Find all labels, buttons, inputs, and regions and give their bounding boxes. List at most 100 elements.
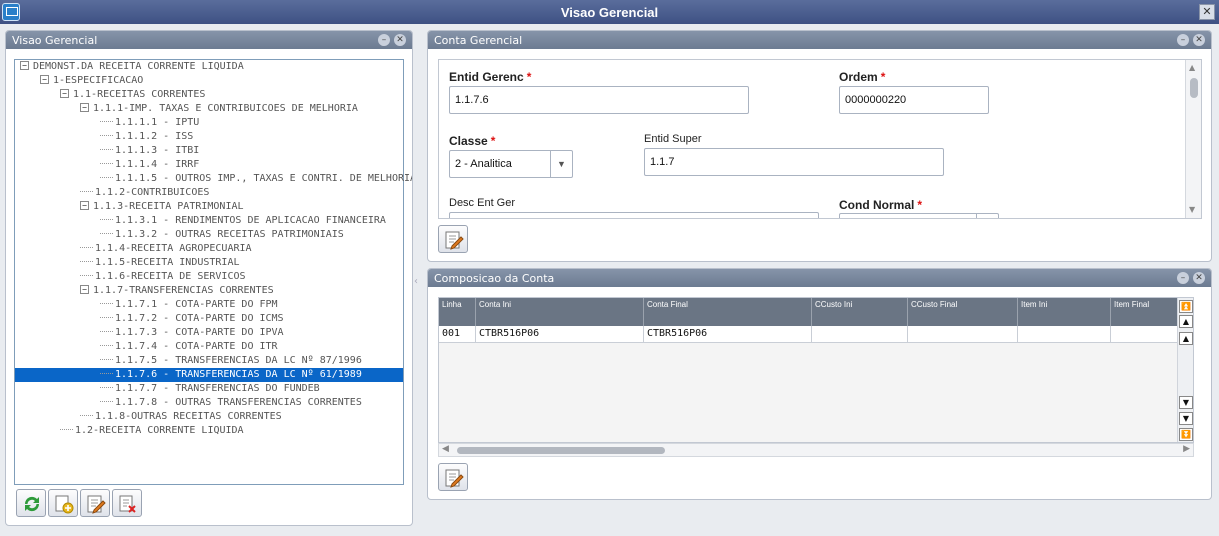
table-cell[interactable] xyxy=(908,326,1018,343)
table-cell[interactable]: CTBR516P06 xyxy=(644,326,812,343)
table-cell[interactable] xyxy=(1111,326,1187,343)
tree-node[interactable]: 1.1.7.1 - COTA-PARTE DO FPM xyxy=(100,298,278,312)
tree-node[interactable]: 1.1.7.6 - TRANSFERENCIAS DA LC Nº 61/198… xyxy=(15,368,403,382)
tree-node[interactable]: − DEMONST.DA RECEITA CORRENTE LIQUIDA xyxy=(20,60,244,74)
refresh-button[interactable] xyxy=(16,489,46,517)
grid-horizontal-scrollbar[interactable]: ◀ ▶ xyxy=(438,443,1194,457)
close-icon[interactable]: ✕ xyxy=(1193,272,1205,284)
desc-ent-ger-field[interactable] xyxy=(449,212,819,218)
collapse-icon[interactable]: − xyxy=(60,89,69,98)
minimize-icon[interactable]: – xyxy=(378,34,390,46)
tree-node[interactable]: −1.1-RECEITAS CORRENTES xyxy=(60,88,205,102)
column-header[interactable]: Conta Ini xyxy=(476,298,644,326)
scroll-thumb[interactable] xyxy=(1190,78,1198,98)
close-icon[interactable]: ✕ xyxy=(1193,34,1205,46)
tree-node[interactable]: 1.1.7.2 - COTA-PARTE DO ICMS xyxy=(100,312,284,326)
panel-title: Visao Gerencial xyxy=(12,34,98,47)
entid-gerenc-field[interactable]: 1.1.7.6 xyxy=(449,86,749,114)
classe-select[interactable]: 2 - Analitica ▼ xyxy=(449,150,573,178)
chevron-down-icon[interactable] xyxy=(976,214,998,218)
account-tree[interactable]: − DEMONST.DA RECEITA CORRENTE LIQUIDA −1-E… xyxy=(14,59,412,485)
tree-node[interactable]: −1.1.7-TRANSFERENCIAS CORRENTES xyxy=(80,284,274,298)
tree-node[interactable]: 1.1.1.2 - ISS xyxy=(100,130,193,144)
tree-node[interactable]: 1.1.7.8 - OUTRAS TRANSFERENCIAS CORRENTE… xyxy=(100,396,362,410)
tree-node[interactable]: 1.1.6-RECEITA DE SERVICOS xyxy=(80,270,246,284)
delete-button[interactable] xyxy=(112,489,142,517)
scroll-thumb[interactable] xyxy=(457,447,665,454)
delete-icon xyxy=(119,495,136,513)
tree-node[interactable]: 1.1.7.5 - TRANSFERENCIAS DA LC Nº 87/199… xyxy=(100,354,362,368)
splitter-collapse-icon[interactable]: ‹ xyxy=(414,276,418,287)
tree-node[interactable]: 1.1.3.2 - OUTRAS RECEITAS PATRIMONIAIS xyxy=(100,228,344,242)
edit-button[interactable] xyxy=(438,225,468,253)
collapse-icon[interactable]: − xyxy=(80,285,89,294)
tree-node-label: 1.1.1.3 - ITBI xyxy=(115,145,200,156)
column-header[interactable]: Item Ini xyxy=(1018,298,1111,326)
chevron-down-icon[interactable]: ▼ xyxy=(550,151,572,177)
add-button[interactable] xyxy=(48,489,78,517)
tree-connector xyxy=(80,191,93,192)
collapse-icon[interactable]: − xyxy=(80,103,89,112)
column-header[interactable]: CCusto Ini xyxy=(812,298,908,326)
tree-node-label: 1.1.4-RECEITA AGROPECUARIA xyxy=(95,243,252,254)
scroll-page-up-icon[interactable]: ▲ xyxy=(1179,315,1193,328)
tree-node[interactable]: 1.1.4-RECEITA AGROPECUARIA xyxy=(80,242,252,256)
entid-super-field[interactable]: 1.1.7 xyxy=(644,148,944,176)
minimize-icon[interactable]: – xyxy=(1177,272,1189,284)
edit-button[interactable] xyxy=(80,489,110,517)
tree-connector xyxy=(100,149,113,150)
scroll-up-icon[interactable]: ▲ xyxy=(1179,332,1193,345)
scroll-down-icon[interactable]: ▼ xyxy=(1189,205,1195,214)
tree-connector xyxy=(80,261,93,262)
collapse-icon[interactable]: − xyxy=(40,75,49,84)
table-cell[interactable] xyxy=(812,326,908,343)
scroll-down-icon[interactable]: ▼ xyxy=(1179,396,1193,409)
tree-node[interactable]: −1-ESPECIFICACAO xyxy=(40,74,143,88)
cond-normal-select[interactable] xyxy=(839,213,999,218)
tree-node[interactable]: 1.1.5-RECEITA INDUSTRIAL xyxy=(80,256,240,270)
tree-node[interactable]: 1.1.1.3 - ITBI xyxy=(100,144,199,158)
scroll-page-down-icon[interactable]: ▼ xyxy=(1179,412,1193,425)
scroll-last-icon[interactable]: ⏬ xyxy=(1179,428,1193,441)
table-cell[interactable]: CTBR516P06 xyxy=(476,326,644,343)
ordem-label: Ordem * xyxy=(839,70,886,84)
tree-node[interactable]: 1.1.1.4 - IRRF xyxy=(100,158,199,172)
tree-node[interactable]: 1.1.2-CONTRIBUICOES xyxy=(80,186,209,200)
tree-node-label: 1.1.7.3 - COTA-PARTE DO IPVA xyxy=(115,327,284,338)
scroll-up-icon[interactable]: ▲ xyxy=(1189,63,1195,72)
composicao-conta-panel: Composicao da Conta – ✕ Linha Conta Ini … xyxy=(427,268,1212,500)
column-header[interactable]: Linha xyxy=(439,298,476,326)
scroll-left-icon[interactable]: ◀ xyxy=(442,444,449,454)
composicao-grid[interactable]: Linha Conta Ini Conta Final CCusto Ini C… xyxy=(438,297,1194,443)
form-scrollbar[interactable]: ▲ ▼ xyxy=(1185,60,1201,218)
table-cell[interactable] xyxy=(1018,326,1111,343)
tree-node[interactable]: 1.1.1.1 - IPTU xyxy=(100,116,199,130)
desc-ent-ger-label: Desc Ent Ger xyxy=(449,197,516,209)
column-header[interactable]: CCusto Final xyxy=(908,298,1018,326)
tree-node[interactable]: 1.1.7.4 - COTA-PARTE DO ITR xyxy=(100,340,278,354)
entid-gerenc-label: Entid Gerenc * xyxy=(449,70,532,84)
tree-node-label: 1.1.7.2 - COTA-PARTE DO ICMS xyxy=(115,313,284,324)
column-header[interactable]: Item Final xyxy=(1111,298,1187,326)
tree-node-label: 1.1.7.1 - COTA-PARTE DO FPM xyxy=(115,299,278,310)
tree-node[interactable]: −1.1.3-RECEITA PATRIMONIAL xyxy=(80,200,244,214)
scroll-first-icon[interactable]: ⏫ xyxy=(1179,300,1193,313)
ordem-field[interactable]: 0000000220 xyxy=(839,86,989,114)
tree-node[interactable]: 1.1.7.7 - TRANSFERENCIAS DO FUNDEB xyxy=(100,382,320,396)
tree-node[interactable]: 1.1.3.1 - RENDIMENTOS DE APLICACAO FINAN… xyxy=(100,214,386,228)
tree-node[interactable]: −1.1.1-IMP. TAXAS E CONTRIBUICOES DE MEL… xyxy=(80,102,358,116)
minimize-icon[interactable]: – xyxy=(1177,34,1189,46)
collapse-icon[interactable]: − xyxy=(20,61,29,70)
tree-node-label: 1.1.7.8 - OUTRAS TRANSFERENCIAS CORRENTE… xyxy=(115,397,362,408)
tree-node[interactable]: 1.1.8-OUTRAS RECEITAS CORRENTES xyxy=(80,410,282,424)
tree-node[interactable]: 1.1.1.5 - OUTROS IMP., TAXAS E CONTRI. D… xyxy=(100,172,412,186)
window-close-button[interactable]: ✕ xyxy=(1199,4,1215,20)
tree-node[interactable]: 1.2-RECEITA CORRENTE LIQUIDA xyxy=(60,424,244,438)
column-header[interactable]: Conta Final xyxy=(644,298,812,326)
tree-node[interactable]: 1.1.7.3 - COTA-PARTE DO IPVA xyxy=(100,326,284,340)
table-cell[interactable]: 001 xyxy=(439,326,476,343)
close-icon[interactable]: ✕ xyxy=(394,34,406,46)
scroll-right-icon[interactable]: ▶ xyxy=(1183,444,1190,454)
edit-button[interactable] xyxy=(438,463,468,491)
collapse-icon[interactable]: − xyxy=(80,201,89,210)
